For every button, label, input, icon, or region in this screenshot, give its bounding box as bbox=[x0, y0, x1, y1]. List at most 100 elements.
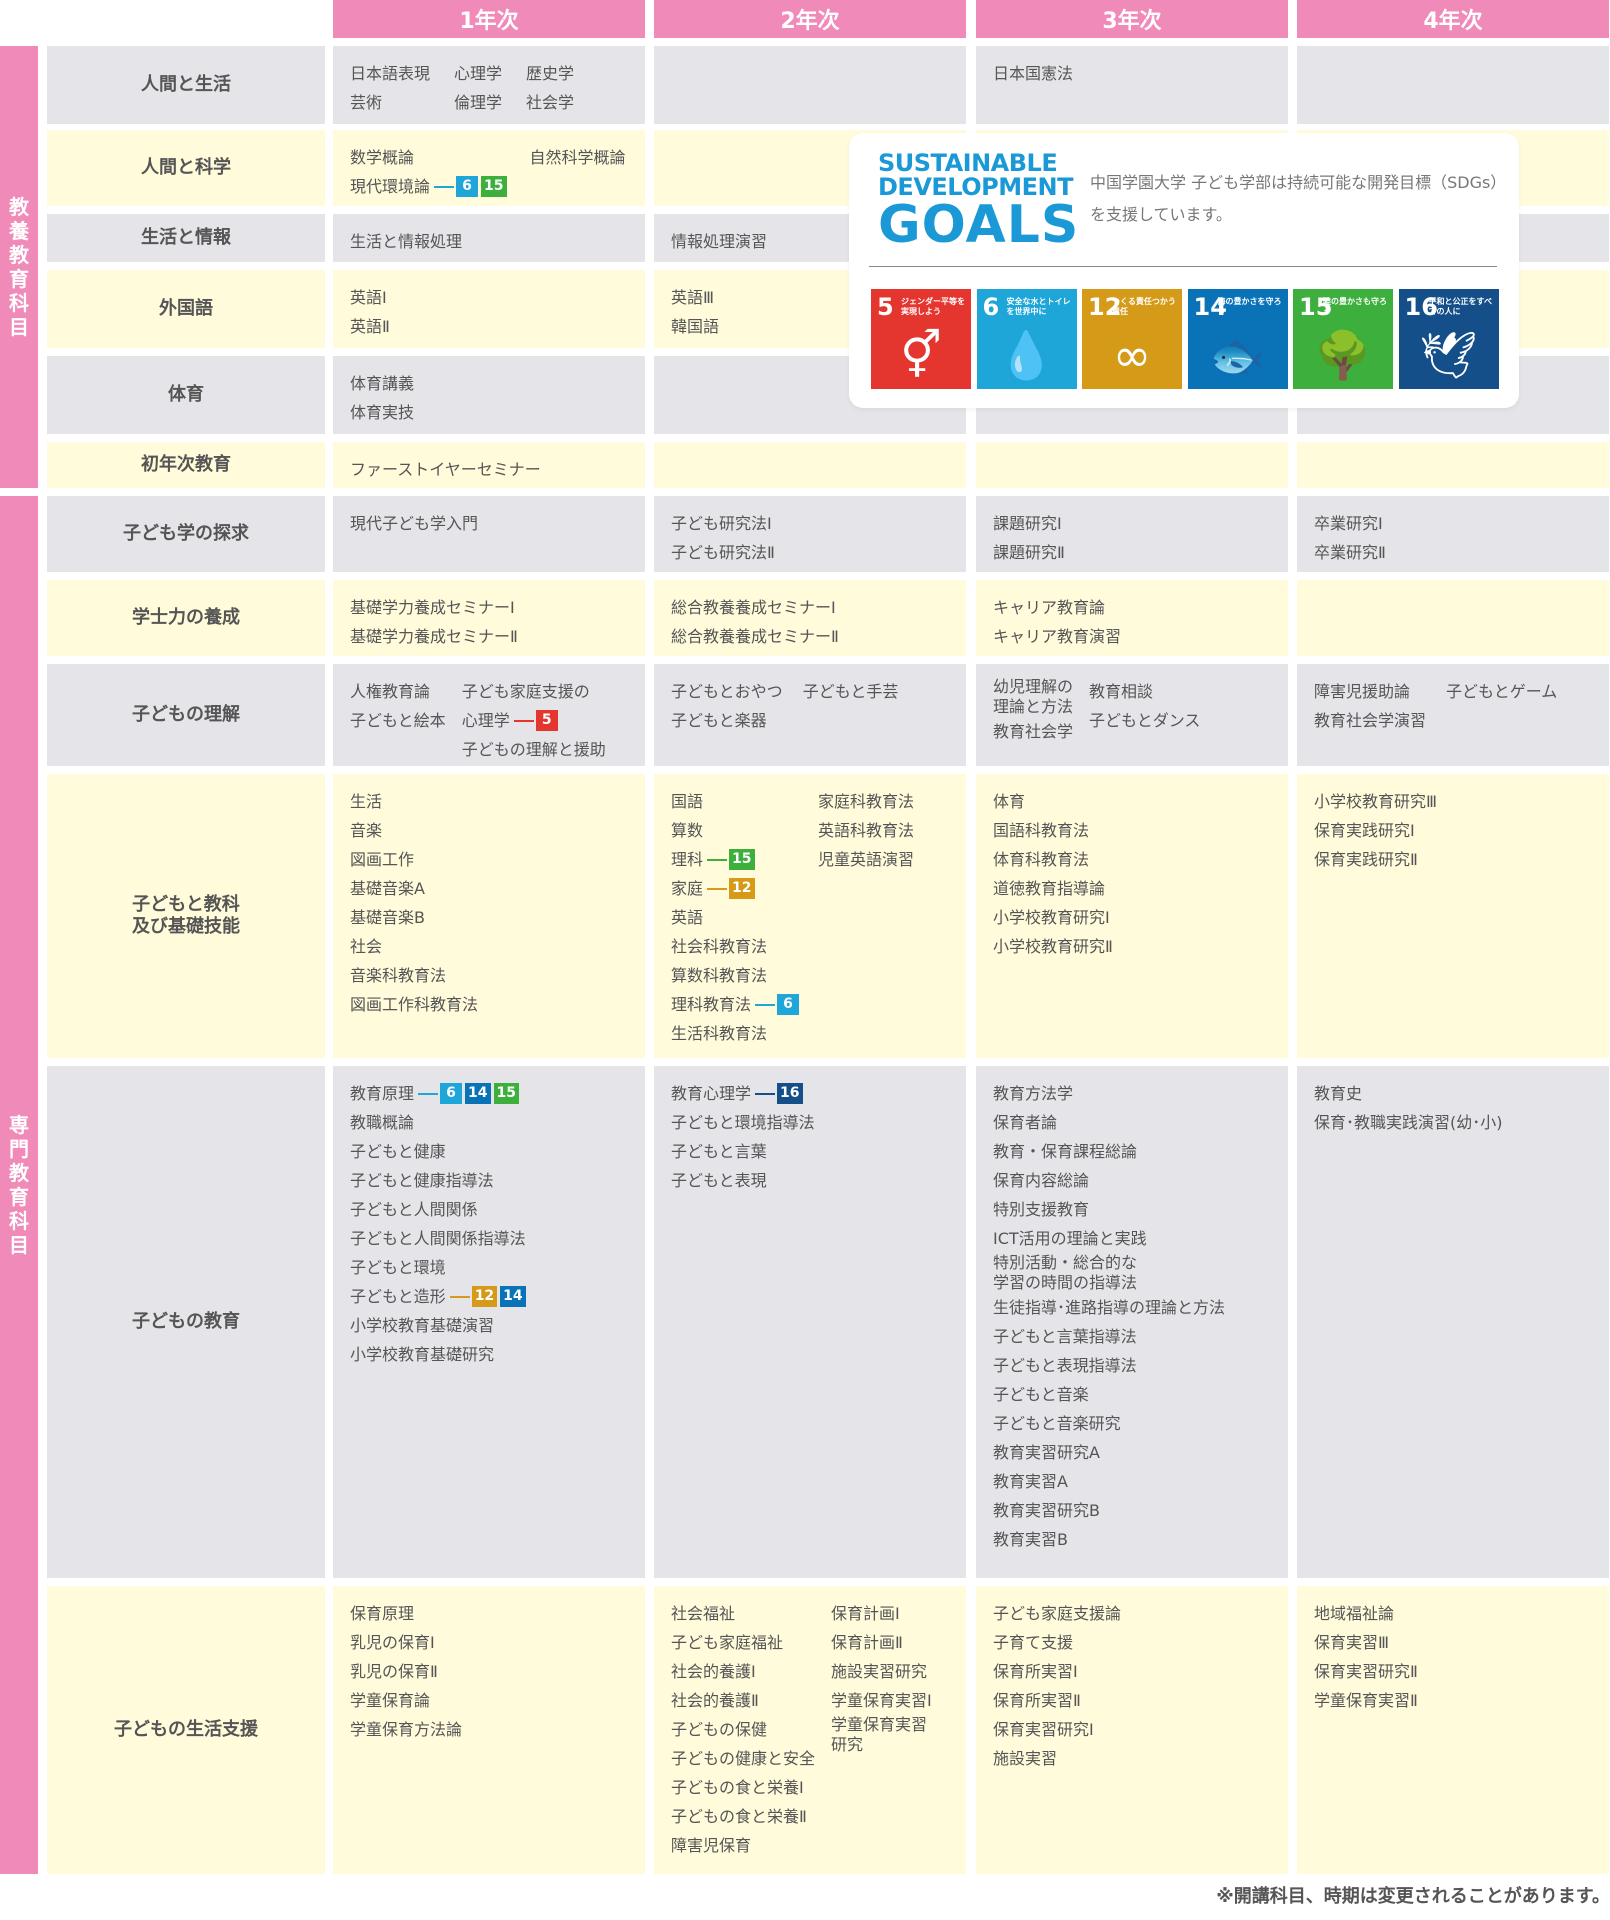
course-name: 現代子ども学入門 bbox=[350, 513, 479, 533]
category-label: 子どもの理解 bbox=[47, 664, 325, 766]
course-item: 生活 bbox=[350, 787, 628, 816]
course-item: 障害児援助論 bbox=[1314, 677, 1426, 706]
course-cell: 小学校教育研究Ⅲ 保育実践研究Ⅰ 保育実践研究Ⅱ bbox=[1297, 774, 1609, 1058]
course-name: 英語Ⅱ bbox=[350, 316, 390, 336]
course-name: 小学校教育基礎研究 bbox=[350, 1344, 495, 1364]
course-name: 子どもの食と栄養Ⅰ bbox=[671, 1777, 804, 1797]
course-item: 家庭 12 bbox=[671, 874, 802, 903]
course-item: ファーストイヤーセミナー bbox=[350, 455, 628, 484]
course-item: 社会的養護Ⅰ bbox=[671, 1657, 815, 1686]
course-name: ファーストイヤーセミナー bbox=[350, 459, 541, 479]
course-name: 子どもと人間関係指導法 bbox=[350, 1228, 526, 1248]
sdg-badge: 6 bbox=[440, 1083, 463, 1104]
course-item: 体育 bbox=[993, 787, 1271, 816]
course-item: 図画工作科教育法 bbox=[350, 990, 628, 1019]
course-list: 保育原理 乳児の保育Ⅰ 乳児の保育Ⅱ 学童保育論 学童保育方法論 bbox=[350, 1599, 628, 1744]
group-label-text: 教養教育科目 bbox=[9, 195, 29, 339]
course-name: 倫理学 bbox=[454, 92, 503, 112]
course-name: 保育所実習Ⅰ bbox=[993, 1661, 1078, 1681]
course-list: 現代子ども学入門 bbox=[350, 509, 628, 538]
course-item: 小学校教育研究Ⅱ bbox=[993, 932, 1271, 961]
course-item: 子どもの食と栄養Ⅱ bbox=[671, 1802, 815, 1831]
course-cell: 子ども家庭支援論 子育て支援 保育所実習Ⅰ 保育所実習Ⅱ 保育実習研究Ⅰ 施設実習 bbox=[976, 1586, 1288, 1874]
course-item: 音楽科教育法 bbox=[350, 961, 628, 990]
sdg-goal-label: 平和と公正をすべての人に bbox=[1428, 297, 1492, 316]
course-cell: 子どもとおやつ 子どもと手芸 子どもと楽器 bbox=[654, 664, 966, 766]
course-name: 図画工作 bbox=[350, 849, 415, 869]
course-name: 基礎学力養成セミナーⅡ bbox=[350, 626, 518, 646]
course-name: 乳児の保育Ⅰ bbox=[350, 1632, 435, 1652]
sdg-logo: SUSTAINABLE DEVELOPMENT GOALS bbox=[878, 151, 1078, 251]
course-item: 子どもの食と栄養Ⅰ bbox=[671, 1773, 815, 1802]
course-item: 小学校教育基礎研究 bbox=[350, 1340, 628, 1369]
course-list: ファーストイヤーセミナー bbox=[350, 455, 628, 484]
course-item: 現代環境論 6 15 bbox=[350, 172, 510, 201]
course-item: 特別活動・総合的な 学習の時間の指導法 bbox=[993, 1253, 1271, 1293]
course-item: 子どもと音楽研究 bbox=[993, 1409, 1271, 1438]
course-item: 子どもと健康指導法 bbox=[350, 1166, 628, 1195]
course-list: 数学概論 自然科学概論 現代環境論 6 15 bbox=[350, 143, 628, 201]
course-item: 人権教育論 bbox=[350, 677, 446, 706]
course-item: 現代子ども学入門 bbox=[350, 509, 628, 538]
course-item: 子ども研究法Ⅱ bbox=[671, 538, 949, 567]
course-name: 教職概論 bbox=[350, 1112, 415, 1132]
course-item: 教育社会学演習 bbox=[1314, 706, 1426, 735]
course-name: 施設実習 bbox=[993, 1748, 1058, 1768]
course-item: 小学校教育研究Ⅲ bbox=[1314, 787, 1592, 816]
course-item: 理科教育法 6 bbox=[671, 990, 802, 1019]
course-list: 英語Ⅰ 英語Ⅱ bbox=[350, 283, 628, 341]
course-name: 人権教育論 bbox=[350, 681, 431, 701]
sdg-tag: 6 14 15 bbox=[414, 1083, 522, 1104]
sdg-tag: 16 bbox=[751, 1083, 805, 1104]
sdg-badge: 15 bbox=[729, 849, 755, 870]
course-name: 子どもと絵本 bbox=[350, 710, 446, 730]
course-item: 保育内容総論 bbox=[993, 1166, 1271, 1195]
course-name: 基礎音楽B bbox=[350, 907, 425, 927]
course-item: 子どもと人間関係指導法 bbox=[350, 1224, 628, 1253]
course-item: 教育・保育課程総論 bbox=[993, 1137, 1271, 1166]
course-name: 総合教養養成セミナーⅡ bbox=[671, 626, 839, 646]
sdg-tag: 6 bbox=[751, 994, 802, 1015]
course-item: 子ども家庭支援論 bbox=[993, 1599, 1271, 1628]
course-name: 教育実習研究A bbox=[993, 1442, 1100, 1462]
course-name: 障害児保育 bbox=[671, 1835, 752, 1855]
gender-equality-icon: 5 ジェンダー平等を実現しよう ⚥ bbox=[871, 289, 971, 389]
sdg-badge: 14 bbox=[500, 1286, 526, 1307]
course-name: 地域福祉論 bbox=[1314, 1603, 1395, 1623]
course-item: 子ども家庭支援の bbox=[462, 677, 606, 706]
course-name: 特別支援教育 bbox=[993, 1199, 1090, 1219]
course-cell: 日本国憲法 bbox=[976, 46, 1288, 124]
course-name: 学童保育実習Ⅱ bbox=[1314, 1690, 1418, 1710]
course-item: 教育実習B bbox=[993, 1525, 1271, 1554]
course-item: 子どもと人間関係 bbox=[350, 1195, 628, 1224]
course-cell: 英語Ⅰ 英語Ⅱ bbox=[333, 270, 645, 348]
course-name: 子どもとゲーム bbox=[1446, 681, 1558, 701]
course-name: 子どもの保健 bbox=[671, 1719, 768, 1739]
course-column: 幼児理解の 理論と方法 教育社会学 bbox=[993, 677, 1073, 746]
course-item: 教育実習研究B bbox=[993, 1496, 1271, 1525]
course-item: 保育実習研究Ⅱ bbox=[1314, 1657, 1592, 1686]
sdg-badge: 12 bbox=[729, 878, 755, 899]
course-name: 子ども研究法Ⅱ bbox=[671, 542, 775, 562]
course-item: 算数科教育法 bbox=[671, 961, 802, 990]
course-item: 総合教養養成セミナーⅠ bbox=[671, 593, 949, 622]
course-name: 子どもと環境 bbox=[350, 1257, 446, 1277]
course-item: 障害児保育 bbox=[671, 1831, 815, 1860]
sdg-goal-label: つくる責任つかう責任 bbox=[1112, 297, 1176, 316]
course-name: 教育史 bbox=[1314, 1083, 1363, 1103]
course-item: 保育計画Ⅰ bbox=[831, 1599, 932, 1628]
course-list: 地域福祉論 保育実習Ⅲ 保育実習研究Ⅱ 学童保育実習Ⅱ bbox=[1314, 1599, 1592, 1715]
course-item: 子どもと環境 bbox=[350, 1253, 628, 1282]
category-label: 人間と生活 bbox=[47, 46, 325, 124]
course-item: 国語科教育法 bbox=[993, 816, 1271, 845]
sdg-goal-glyph: 🐟 bbox=[1208, 328, 1267, 382]
course-name: 算数科教育法 bbox=[671, 965, 768, 985]
sdg-badge: 15 bbox=[481, 176, 507, 197]
sdg-goal-number: 6 bbox=[982, 293, 1000, 321]
course-name: 道徳教育指導論 bbox=[993, 878, 1106, 898]
course-name: 子どもと音楽 bbox=[993, 1384, 1089, 1404]
course-name: 生活 bbox=[350, 791, 383, 811]
course-name: 保育実践研究Ⅰ bbox=[1314, 820, 1415, 840]
course-name: 課題研究Ⅱ bbox=[993, 542, 1065, 562]
course-item: 学童保育実習Ⅱ bbox=[1314, 1686, 1592, 1715]
